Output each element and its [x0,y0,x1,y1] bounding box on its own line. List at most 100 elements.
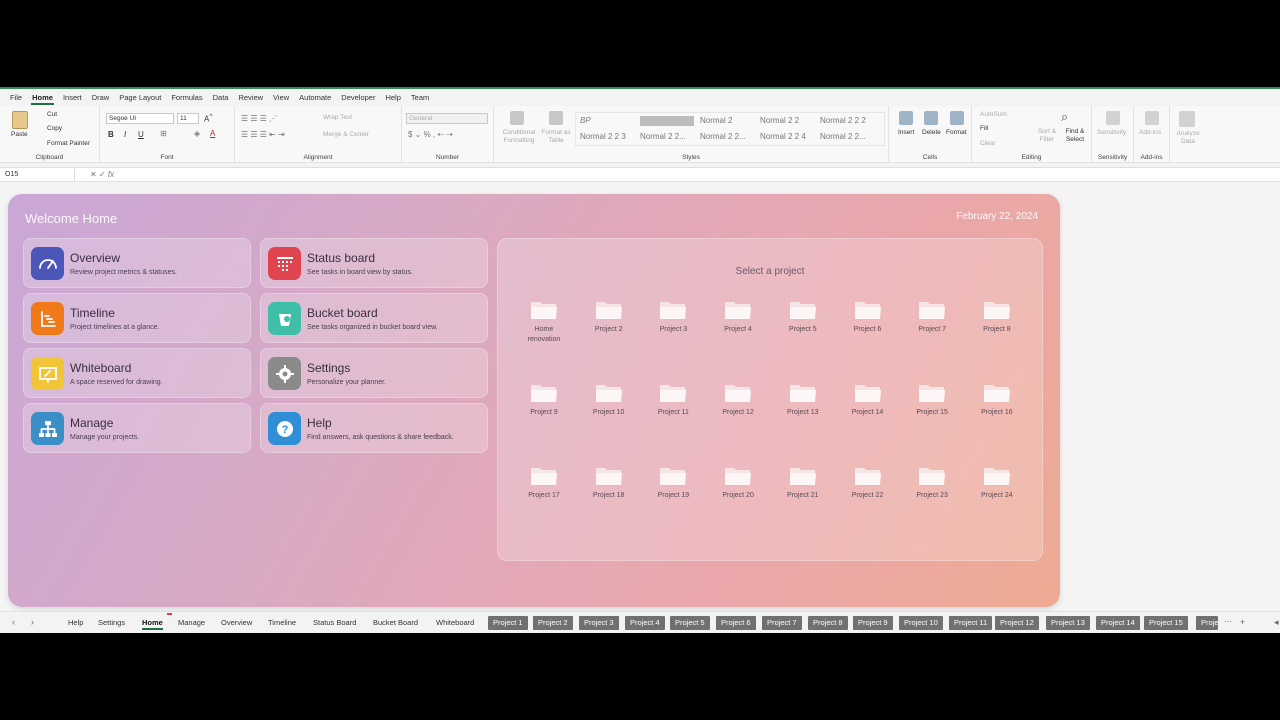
ribbon-tab-team[interactable]: Team [406,89,434,106]
sheet-tab-project[interactable]: Project 10 [899,616,943,630]
ribbon-tab-file[interactable]: File [5,89,27,106]
font-name-select[interactable]: Segoe UI [106,113,174,124]
sheet-tab-project[interactable]: Project 5 [670,616,710,630]
bold-button[interactable]: B [108,130,114,139]
sheet-tab-project[interactable]: Project 8 [808,616,848,630]
cell-style-option[interactable]: Normal 2 2 4 [760,132,806,141]
align-horizontal-icons[interactable]: ☰ ☰ ☰ ⇤ ⇥ [241,130,285,139]
paste-button[interactable]: Paste [11,131,28,138]
ribbon-tab-page-layout[interactable]: Page Layout [114,89,166,106]
format-button[interactable]: Format [946,129,967,136]
cut-button[interactable]: Cut [47,111,57,118]
cell-style-option[interactable]: BP [580,116,591,125]
cell-style-option[interactable]: Normal 2 2... [820,132,866,141]
cell-style-option[interactable]: Normal 2 [700,116,732,125]
cell-style-option[interactable]: Normal 2 2 [760,116,799,125]
font-size-select[interactable]: 11 [177,113,199,124]
cell-style-option[interactable] [640,116,694,126]
project-folder[interactable]: Project 3 [643,299,703,335]
project-folder[interactable]: Project 7 [902,299,962,335]
insert-cells-icon[interactable] [899,111,913,125]
sheet-tab-project[interactable]: Project 9 [853,616,893,630]
cell-style-option[interactable]: Normal 2 2... [700,132,746,141]
name-box[interactable]: O15 [3,169,75,181]
sheet-tab-status-board[interactable]: Status Board [313,616,356,630]
project-folder[interactable]: Project 24 [967,465,1027,501]
align-top-icons[interactable]: ☰ ☰ ☰ ⋰ [241,114,277,123]
project-folder[interactable]: Project 6 [838,299,898,335]
italic-button[interactable]: I [124,130,126,139]
project-folder[interactable]: Home renovation [514,299,574,345]
cell-style-option[interactable]: Normal 2 2 3 [580,132,626,141]
project-folder[interactable]: Project 12 [708,382,768,418]
project-folder[interactable]: Project 2 [579,299,639,335]
nav-card-bucket-board[interactable]: Bucket board See tasks organized in bucke… [260,293,488,343]
clear-button[interactable]: Clear [980,140,996,147]
ribbon-tab-help[interactable]: Help [380,89,405,106]
nav-card-help[interactable]: ? Help Find answers, ask questions & share… [260,403,488,453]
sensitivity-icon[interactable] [1106,111,1120,125]
sheet-tab-manage[interactable]: Manage [178,616,205,630]
font-color-button[interactable]: A [210,129,215,138]
delete-button[interactable]: Delete [922,129,941,136]
project-folder[interactable]: Project 17 [514,465,574,501]
analyze-data-icon[interactable] [1179,111,1195,127]
cell-style-option[interactable]: Normal 2 2 2 [820,116,866,125]
sheet-tab-project[interactable]: Project 1 [488,616,528,630]
sensitivity-button[interactable]: Sensitivity [1097,129,1126,136]
sheet-tab-project[interactable]: Project 13 [1046,616,1090,630]
ribbon-tab-developer[interactable]: Developer [336,89,380,106]
cell-styles-gallery[interactable]: BP Normal 2 Normal 2 2 Normal 2 2 2 Normal 2… [575,112,885,146]
sheet-tab-project[interactable]: Project 11 [949,616,993,630]
sheet-tab-settings[interactable]: Settings [98,616,125,630]
nav-card-timeline[interactable]: Timeline Project timelines at a glance. [23,293,251,343]
number-format-icons[interactable]: $ ⌄ % , ⇠ ⇢ [408,130,453,139]
number-format-select[interactable]: General [406,113,488,124]
sheet-tab-help[interactable]: Help [68,616,83,630]
prev-sheet-arrow-icon[interactable]: ‹ [12,617,15,627]
format-as-table-icon[interactable] [549,111,563,125]
find-select-button[interactable]: Find & Select [1060,128,1090,144]
border-button[interactable]: ⊞ [160,129,167,138]
sort-filter-button[interactable]: Sort & Filter [1034,128,1060,144]
project-folder[interactable]: Project 5 [773,299,833,335]
project-folder[interactable]: Project 23 [902,465,962,501]
project-folder[interactable]: Project 15 [902,382,962,418]
sheet-tab-bucket-board[interactable]: Bucket Board [373,616,418,630]
ribbon-tab-view[interactable]: View [268,89,294,106]
merge-center-button[interactable]: Merge & Center [323,131,369,138]
cell-style-option[interactable]: Normal 2 2... [640,132,686,141]
nav-card-whiteboard[interactable]: Whiteboard A space reserved for drawing. [23,348,251,398]
ribbon-tab-draw[interactable]: Draw [87,89,115,106]
project-folder[interactable]: Project 22 [838,465,898,501]
add-sheet-icon[interactable]: + [1240,617,1245,627]
conditional-formatting-button[interactable]: Conditional Formatting [499,129,539,145]
underline-button[interactable]: U [138,130,144,139]
nav-card-overview[interactable]: Overview Review project metrics & statuse… [23,238,251,288]
sheet-tab-home[interactable]: Home [142,616,163,630]
next-sheet-arrow-icon[interactable]: › [31,617,34,627]
project-folder[interactable]: Project 13 [773,382,833,418]
find-icon[interactable]: ⌕ [1061,109,1068,125]
ribbon-tab-insert[interactable]: Insert [58,89,87,106]
sheet-tab-project[interactable]: Project 15 [1144,616,1188,630]
scroll-left-icon[interactable]: ◂ [1274,617,1279,628]
sheet-tab-timeline[interactable]: Timeline [268,616,296,630]
insert-button[interactable]: Insert [898,129,914,136]
format-as-table-button[interactable]: Format as Table [539,129,573,145]
project-folder[interactable]: Project 10 [579,382,639,418]
fill-button[interactable]: Fill [980,125,988,132]
addins-button[interactable]: Add-ins [1139,129,1161,136]
sheet-tab-overview[interactable]: Overview [221,616,252,630]
conditional-formatting-icon[interactable] [510,111,524,125]
project-folder[interactable]: Project 4 [708,299,768,335]
fill-color-button[interactable]: ◈ [194,129,200,138]
copy-button[interactable]: Copy [47,125,62,132]
nav-card-status-board[interactable]: Status board See tasks in board view by s… [260,238,488,288]
sheet-tab-project[interactable]: Proje [1196,616,1218,630]
paste-icon[interactable] [12,111,28,129]
ribbon-tab-home[interactable]: Home [27,89,58,106]
project-folder[interactable]: Project 14 [838,382,898,418]
formula-controls[interactable]: ✕ ✓ fx [90,168,114,182]
addins-icon[interactable] [1145,111,1159,125]
